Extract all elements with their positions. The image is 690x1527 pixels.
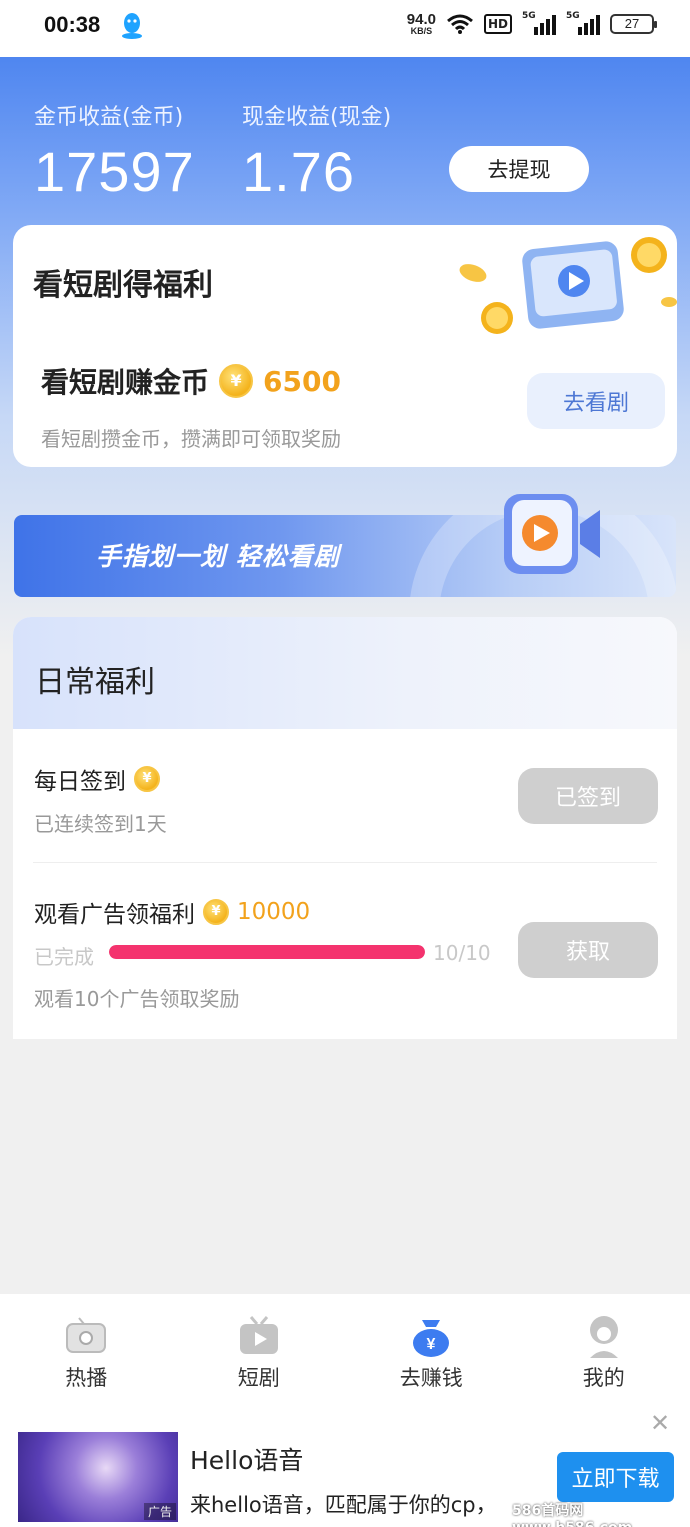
drama-card-description: 看短剧攒金币，攒满即可领取奖励 — [41, 427, 341, 451]
coin-icon: ¥ — [219, 364, 254, 398]
nav-label: 热播 — [65, 1366, 108, 1390]
nav-label: 我的 — [582, 1366, 625, 1390]
close-icon[interactable]: ✕ — [650, 1409, 670, 1437]
watermark: 586首码网 www.h586.com — [512, 1503, 632, 1527]
coin-earnings: 金币收益(金币) 17597 — [34, 99, 195, 204]
nav-item-hot[interactable]: 热播 — [0, 1294, 173, 1409]
cash-earnings: 现金收益(现金) 1.76 — [242, 99, 391, 204]
ad-image-tag: 广告 — [143, 1503, 176, 1520]
daily-benefits-title: 日常福利 — [35, 665, 155, 700]
qq-icon — [122, 13, 142, 39]
nav-label: 短剧 — [237, 1366, 280, 1390]
nav-item-mine[interactable]: 我的 — [518, 1294, 690, 1409]
hd-icon: HD — [483, 14, 512, 34]
drama-reward-card: 看短剧得福利 看短剧赚金币 ¥ 6500 看短剧攒金币，攒满即可领取奖励 去看剧 — [13, 225, 677, 467]
coin-icon: ¥ — [134, 766, 160, 792]
claim-ads-reward-button[interactable]: 获取 — [518, 922, 658, 978]
withdraw-button[interactable]: 去提现 — [449, 146, 589, 192]
battery-icon: 27 — [610, 14, 657, 34]
divider — [33, 862, 657, 863]
svg-text:¥: ¥ — [427, 1336, 436, 1353]
banner-text: 手指划一划 轻松看剧 — [96, 542, 340, 571]
signin-task-desc: 已连续签到1天 — [34, 812, 167, 836]
signal-icon-2: 5G — [566, 11, 600, 35]
signin-task-title: 每日签到 ¥ — [34, 762, 160, 796]
signal-icon: 5G — [522, 11, 556, 35]
tv-icon — [66, 1317, 107, 1353]
signed-in-button[interactable]: 已签到 — [518, 768, 658, 824]
coin-icon: ¥ — [203, 899, 229, 925]
progress-count: 10/10 — [433, 941, 491, 965]
video-play-icon — [504, 494, 600, 574]
coin-earnings-label: 金币收益(金币) — [34, 105, 184, 130]
nav-item-earn[interactable]: ¥ 去赚钱 — [345, 1294, 518, 1409]
coin-earnings-value: 17597 — [34, 140, 195, 203]
ads-reward-amount: 10000 — [237, 899, 311, 925]
ads-progress-fill — [109, 945, 425, 959]
nav-label: 去赚钱 — [399, 1366, 463, 1390]
status-time: 00:38 — [44, 12, 101, 37]
watch-drama-button[interactable]: 去看剧 — [527, 373, 665, 429]
ads-task-title: 观看广告领福利 ¥ 10000 — [34, 899, 311, 928]
progress-label: 已完成 — [34, 945, 94, 969]
drama-card-title: 看短剧得福利 — [33, 268, 213, 303]
drama-reward-amount: 6500 — [263, 364, 341, 398]
cash-earnings-label: 现金收益(现金) — [242, 105, 392, 130]
drama-subtitle: 看短剧赚金币 ¥ 6500 — [41, 364, 341, 399]
ad-image[interactable]: 广告 — [18, 1432, 178, 1522]
ad-description: 来hello语音，匹配属于你的cp， — [190, 1493, 497, 1517]
tv-coins-illustration — [459, 237, 677, 334]
bottom-nav: 热播 短剧 ¥ 去赚钱 我的 — [0, 1294, 690, 1409]
money-bag-icon: ¥ — [413, 1320, 450, 1357]
status-indicators: 94.0 KB/S HD 5G 5G 27 — [406, 11, 657, 36]
ad-title: Hello语音 — [190, 1446, 304, 1475]
nav-item-drama[interactable]: 短剧 — [173, 1294, 346, 1409]
play-tv-icon — [239, 1316, 278, 1354]
wifi-icon — [447, 14, 473, 34]
status-bar: 00:38 94.0 KB/S HD 5G 5G 27 — [0, 0, 690, 57]
ads-progress-bar — [109, 945, 425, 959]
cash-earnings-value: 1.76 — [242, 140, 355, 203]
daily-benefits-header: 日常福利 — [13, 617, 677, 729]
ads-task-desc: 观看10个广告领取奖励 — [34, 987, 240, 1011]
net-speed: 94.0 KB/S — [406, 11, 436, 36]
ad-download-button[interactable]: 立即下载 — [557, 1452, 674, 1502]
user-icon — [589, 1316, 618, 1358]
daily-benefits-card: 日常福利 每日签到 ¥ 已连续签到1天 已签到 观看广告领福利 ¥ 10000 … — [13, 617, 677, 1039]
